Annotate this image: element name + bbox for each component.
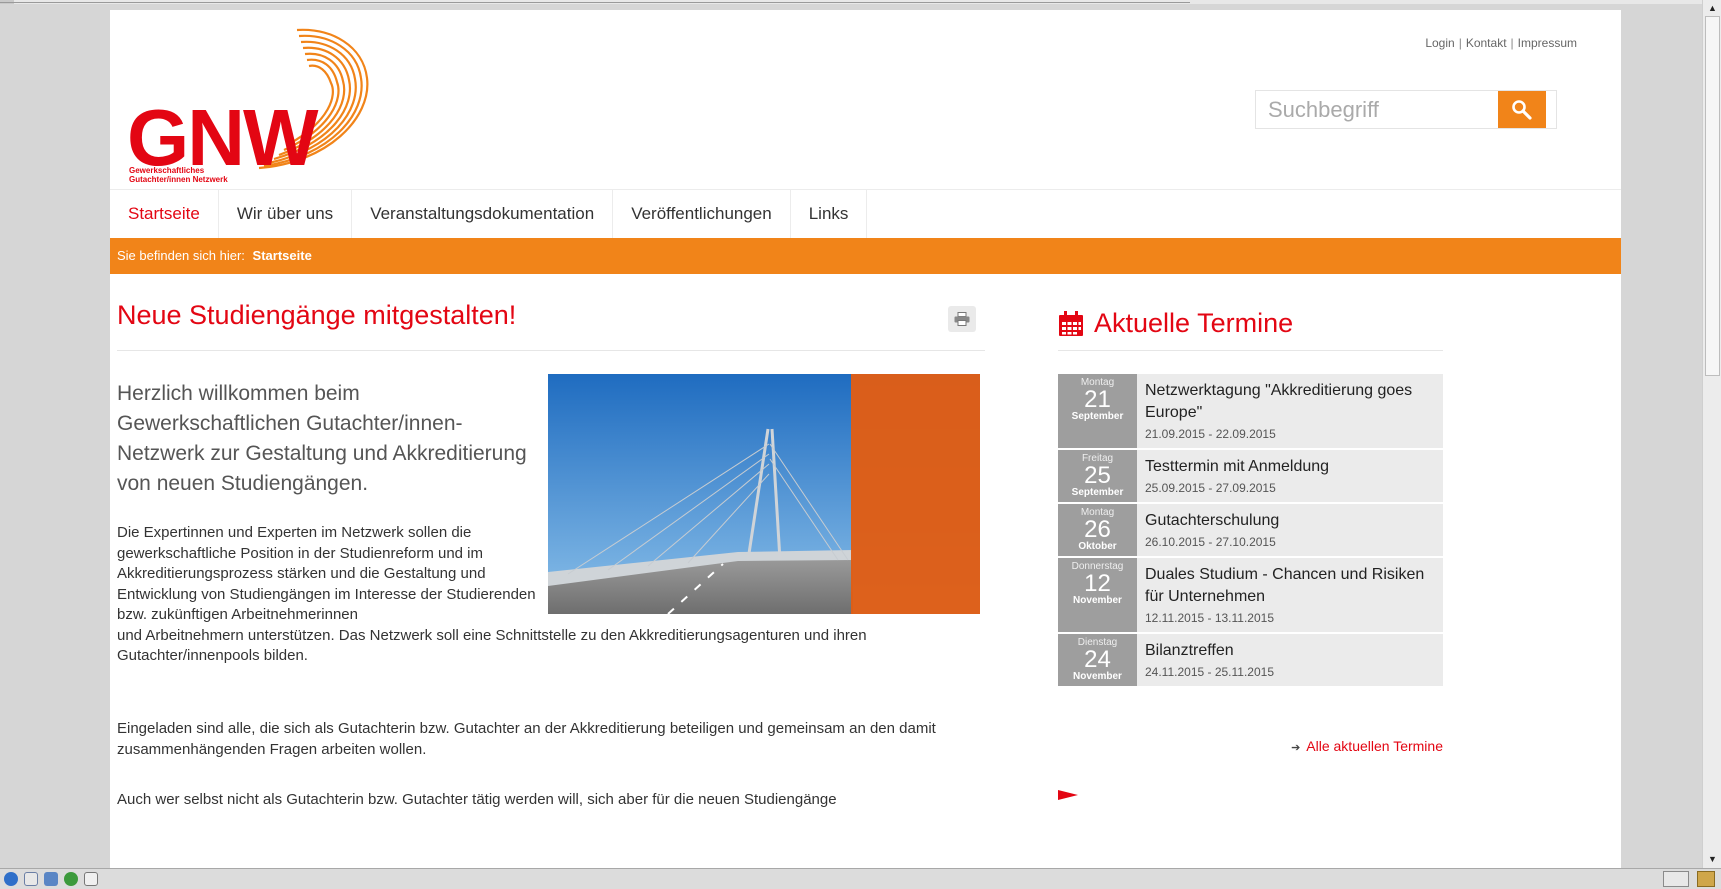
search-box [1255, 90, 1557, 129]
event-date-range: 21.09.2015 - 22.09.2015 [1145, 427, 1276, 441]
logo-subtitle-line1: Gewerkschaftliches [129, 166, 205, 175]
editor-icon[interactable] [84, 872, 98, 886]
breadcrumb-prefix: Sie befinden sich hier: [117, 248, 245, 263]
lead-paragraph: Herzlich willkommen beim Gewerkschaftlic… [117, 382, 527, 495]
event-month: September [1071, 411, 1124, 422]
intro-paragraph: Die Expertinnen und Experten im Netzwerk… [117, 523, 977, 667]
all-events-link[interactable]: ➔ Alle aktuellen Termine [1291, 738, 1443, 754]
events-list: Montag 21 September Netzwerktagung "Akkr… [1058, 374, 1443, 688]
all-events-link-label: Alle aktuellen Termine [1306, 738, 1443, 754]
breadcrumb-current[interactable]: Startseite [253, 248, 312, 263]
event-item[interactable]: Montag 26 Oktober Gutachterschulung 26.1… [1058, 504, 1443, 556]
print-button[interactable] [948, 306, 976, 332]
event-date-badge: Freitag 25 September [1058, 450, 1137, 502]
event-day: 12 [1084, 570, 1111, 597]
nav-item-veranstaltungsdokumentation[interactable]: Veranstaltungsdokumentation [352, 190, 614, 239]
search-input[interactable] [1256, 91, 1500, 128]
tab-strip-edge [0, 0, 1190, 3]
event-info: Gutachterschulung 26.10.2015 - 27.10.201… [1137, 504, 1289, 556]
utility-separator: | [1458, 36, 1462, 50]
truncated-paragraph: Auch wer selbst nicht als Gutachterin bz… [117, 791, 837, 808]
browser-top-chrome [0, 0, 1721, 4]
lock-tray-icon[interactable] [1697, 871, 1715, 887]
sidebar-title: Aktuelle Termine [1058, 308, 1293, 339]
impressum-link[interactable]: Impressum [1518, 36, 1577, 50]
scroll-up-icon[interactable]: ▲ [1706, 2, 1719, 15]
event-item[interactable]: Dienstag 24 November Bilanztreffen 24.11… [1058, 634, 1443, 686]
chat-icon[interactable] [44, 872, 58, 886]
event-month: September [1071, 487, 1124, 498]
search-icon [1512, 99, 1532, 120]
event-info: Duales Studium - Chancen und Risiken für… [1137, 558, 1443, 632]
nav-item-startseite[interactable]: Startseite [110, 190, 219, 239]
section-marker-icon [1058, 790, 1078, 800]
event-day: 24 [1084, 646, 1111, 673]
intro-paragraph-part-b: und Arbeitnehmern unterstützen. Das Netz… [117, 626, 867, 665]
event-date-badge: Montag 26 Oktober [1058, 504, 1137, 556]
event-date-range: 26.10.2015 - 27.10.2015 [1145, 535, 1276, 549]
breadcrumb: Sie befinden sich hier: Startseite [110, 238, 1621, 274]
event-title[interactable]: Gutachterschulung [1145, 510, 1279, 532]
addon-icon[interactable] [64, 872, 78, 886]
page-container: GNW Gewerkschaftliches Gutachter/innen N… [110, 10, 1621, 868]
sidebar-next-section [1058, 790, 1078, 800]
search-button[interactable] [1498, 91, 1546, 128]
event-month: Oktober [1078, 541, 1117, 552]
event-title[interactable]: Testtermin mit Anmeldung [1145, 456, 1329, 478]
arrow-right-icon: ➔ [1291, 742, 1301, 754]
event-month: November [1073, 671, 1122, 682]
kontakt-link[interactable]: Kontakt [1466, 36, 1507, 50]
event-day: 21 [1084, 386, 1111, 413]
event-title[interactable]: Duales Studium - Chancen und Risiken für… [1145, 564, 1433, 608]
site-logo[interactable]: GNW Gewerkschaftliches Gutachter/innen N… [127, 28, 387, 188]
logo-subtitle: Gewerkschaftliches Gutachter/innen Netzw… [129, 166, 269, 184]
event-info: Netzwerktagung "Akkreditierung goes Euro… [1137, 374, 1443, 448]
utility-separator: | [1510, 36, 1514, 50]
event-date-range: 24.11.2015 - 25.11.2015 [1145, 665, 1274, 679]
calendar-icon [1059, 310, 1083, 336]
event-info: Testtermin mit Anmeldung 25.09.2015 - 27… [1137, 450, 1339, 502]
event-date-badge: Montag 21 September [1058, 374, 1137, 448]
taskbar [0, 868, 1721, 889]
sidebar-title-text: Aktuelle Termine [1094, 308, 1294, 338]
vertical-scrollbar[interactable]: ▲ ▼ [1702, 0, 1721, 868]
event-item[interactable]: Montag 21 September Netzwerktagung "Akkr… [1058, 374, 1443, 448]
mail-icon[interactable] [24, 872, 38, 886]
event-item[interactable]: Donnerstag 12 November Duales Studium - … [1058, 558, 1443, 632]
utility-nav: Login | Kontakt | Impressum [1425, 36, 1577, 50]
invite-paragraph: Eingeladen sind alle, die sich als Gutac… [117, 720, 936, 758]
event-day: 25 [1084, 462, 1111, 489]
page-title: Neue Studiengänge mitgestalten! [117, 300, 517, 330]
main-nav: Startseite Wir über uns Veranstaltungsdo… [110, 189, 1621, 239]
nav-item-links[interactable]: Links [791, 190, 868, 239]
scrollbar-thumb[interactable] [1705, 16, 1720, 376]
event-title[interactable]: Netzwerktagung "Akkreditierung goes Euro… [1145, 380, 1433, 424]
event-date-badge: Donnerstag 12 November [1058, 558, 1137, 632]
event-item[interactable]: Freitag 25 September Testtermin mit Anme… [1058, 450, 1443, 502]
event-month: November [1073, 595, 1122, 606]
nav-item-wir-ueber-uns[interactable]: Wir über uns [219, 190, 353, 239]
sidebar-title-divider [1058, 350, 1443, 351]
network-tray-icon[interactable] [1663, 871, 1689, 887]
logo-subtitle-line2: Gutachter/innen Netzwerk [129, 175, 228, 184]
printer-icon [954, 312, 970, 326]
scroll-down-icon[interactable]: ▼ [1706, 853, 1719, 866]
nav-item-veroeffentlichungen[interactable]: Veröffentlichungen [613, 190, 791, 239]
login-link[interactable]: Login [1425, 36, 1454, 50]
event-info: Bilanztreffen 24.11.2015 - 25.11.2015 [1137, 634, 1284, 686]
event-title[interactable]: Bilanztreffen [1145, 640, 1274, 662]
title-divider [117, 350, 985, 351]
event-date-range: 12.11.2015 - 13.11.2015 [1145, 611, 1274, 625]
intro-paragraph-part-a: Die Expertinnen und Experten im Netzwerk… [117, 524, 536, 623]
event-date-badge: Dienstag 24 November [1058, 634, 1137, 686]
event-date-range: 25.09.2015 - 27.09.2015 [1145, 481, 1276, 495]
event-day: 26 [1084, 516, 1111, 543]
globe-icon[interactable] [4, 872, 18, 886]
